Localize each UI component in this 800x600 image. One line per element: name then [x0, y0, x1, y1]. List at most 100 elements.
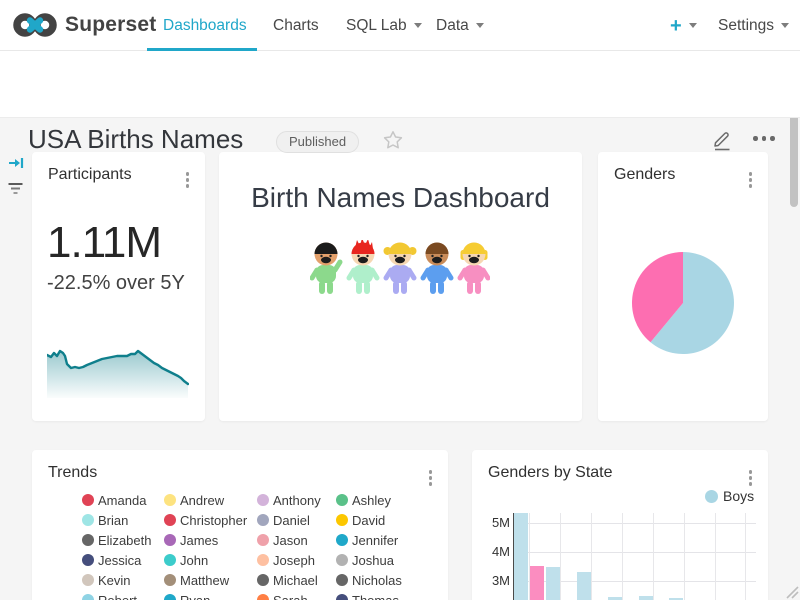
bar-boys[interactable] — [639, 596, 653, 600]
legend-item[interactable]: Nicholas — [336, 573, 446, 588]
kebab-menu-icon[interactable] — [427, 468, 435, 488]
legend-item[interactable]: Kevin — [82, 573, 164, 588]
bar-girls[interactable] — [530, 566, 544, 600]
legend-dot — [336, 574, 348, 586]
legend-dot — [164, 594, 176, 600]
legend-item[interactable]: Daniel — [257, 513, 336, 528]
bar-boys[interactable] — [577, 572, 591, 600]
genders-card: Genders — [598, 152, 768, 421]
legend-label: Ashley — [352, 493, 391, 508]
chevron-down-icon — [476, 23, 484, 28]
chart-title: Genders — [614, 166, 675, 184]
legend-dot — [82, 534, 94, 546]
legend-item[interactable]: Brian — [82, 513, 164, 528]
legend-item[interactable]: Jason — [257, 533, 336, 548]
published-badge[interactable]: Published — [276, 131, 359, 153]
big-number-subtitle: -22.5% over 5Y — [47, 272, 185, 295]
legend-item[interactable]: Matthew — [164, 573, 257, 588]
legend-item[interactable]: James — [164, 533, 257, 548]
legend-dot — [164, 554, 176, 566]
participants-sparkline[interactable] — [47, 340, 189, 402]
legend-dot — [82, 494, 94, 506]
legend-label: James — [180, 533, 218, 548]
legend-item[interactable]: Jessica — [82, 553, 164, 568]
chevron-down-icon — [689, 23, 697, 28]
legend-item[interactable]: Robert — [82, 593, 164, 600]
pencil-icon — [712, 128, 732, 151]
legend-label: David — [352, 513, 385, 528]
y-axis-tick: 4M — [472, 544, 510, 559]
genders-pie[interactable] — [628, 248, 738, 358]
chevron-down-icon — [414, 23, 422, 28]
legend-item[interactable]: Sarah — [257, 593, 336, 600]
legend-dot — [257, 514, 269, 526]
legend-item[interactable]: John — [164, 553, 257, 568]
legend-item[interactable]: Michael — [257, 573, 336, 588]
nav-item-dashboards[interactable]: Dashboards — [163, 0, 247, 51]
legend-item[interactable]: Thomas — [336, 593, 446, 600]
bar-boys[interactable] — [546, 567, 560, 600]
star-icon — [383, 130, 403, 150]
legend-label: Amanda — [98, 493, 146, 508]
brand-name: Superset — [65, 13, 156, 37]
legend-item[interactable]: Jennifer — [336, 533, 446, 548]
legend-label: Sarah — [273, 593, 308, 600]
gridline-v — [715, 513, 716, 600]
legend-dot — [257, 554, 269, 566]
children-illustration — [310, 240, 490, 300]
dashboard-header: USA Births Names Published — [0, 51, 800, 118]
legend-dot — [336, 594, 348, 600]
filters-button[interactable] — [7, 182, 24, 200]
legend-dot — [705, 490, 718, 503]
expand-filter-bar-button[interactable] — [8, 156, 24, 175]
resize-grip[interactable] — [786, 586, 799, 600]
plus-icon: + — [670, 16, 682, 36]
nav-item-charts[interactable]: Charts — [273, 0, 319, 51]
legend-label: Jason — [273, 533, 308, 548]
legend-item[interactable]: Ryan — [164, 593, 257, 600]
gbs-legend-item[interactable]: Boys — [705, 488, 754, 504]
legend-item[interactable]: Andrew — [164, 493, 257, 508]
more-actions-button[interactable] — [753, 136, 775, 141]
legend-item[interactable]: David — [336, 513, 446, 528]
legend-item[interactable]: Joseph — [257, 553, 336, 568]
superset-infinity-icon — [13, 10, 57, 40]
legend-label: Thomas — [352, 593, 399, 600]
chart-title: Participants — [48, 166, 132, 184]
legend-item[interactable]: Elizabeth — [82, 533, 164, 548]
gridline-v — [745, 513, 746, 600]
superset-dashboard-page: Superset Dashboards Charts SQL Lab Data … — [0, 0, 800, 600]
settings-menu[interactable]: Settings — [718, 0, 789, 51]
legend-item[interactable]: Joshua — [336, 553, 446, 568]
y-axis-tick: 5M — [472, 515, 510, 530]
legend-item[interactable]: Amanda — [82, 493, 164, 508]
legend-label: Ryan — [180, 593, 210, 600]
favorite-star-button[interactable] — [383, 130, 403, 155]
legend-label: Andrew — [180, 493, 224, 508]
edit-dashboard-button[interactable] — [712, 128, 732, 156]
legend-dot — [257, 494, 269, 506]
legend-label: John — [180, 553, 208, 568]
kebab-menu-icon[interactable] — [184, 170, 192, 190]
kebab-menu-icon[interactable] — [747, 468, 755, 488]
kebab-menu-icon[interactable] — [747, 170, 755, 190]
legend-item[interactable]: Anthony — [257, 493, 336, 508]
bar-boys[interactable] — [514, 513, 528, 600]
gridline-h — [513, 523, 756, 524]
nav-item-sql-lab[interactable]: SQL Lab — [346, 0, 422, 51]
nav-item-data[interactable]: Data — [436, 0, 484, 51]
trends-card: Trends AmandaAndrewAnthonyAshleyBrianChr… — [32, 450, 448, 600]
legend-item[interactable]: Christopher — [164, 513, 257, 528]
page-title: USA Births Names — [28, 124, 243, 155]
legend-dot — [164, 574, 176, 586]
legend-label: Robert — [98, 593, 137, 600]
legend-dot — [82, 554, 94, 566]
legend-item[interactable]: Ashley — [336, 493, 446, 508]
legend-label: Anthony — [273, 493, 321, 508]
gridline-v — [684, 513, 685, 600]
legend-dot — [336, 554, 348, 566]
gridline-v — [560, 513, 561, 600]
new-item-button[interactable]: + — [670, 0, 697, 51]
legend-label: Elizabeth — [98, 533, 151, 548]
superset-logo[interactable]: Superset — [13, 10, 156, 40]
